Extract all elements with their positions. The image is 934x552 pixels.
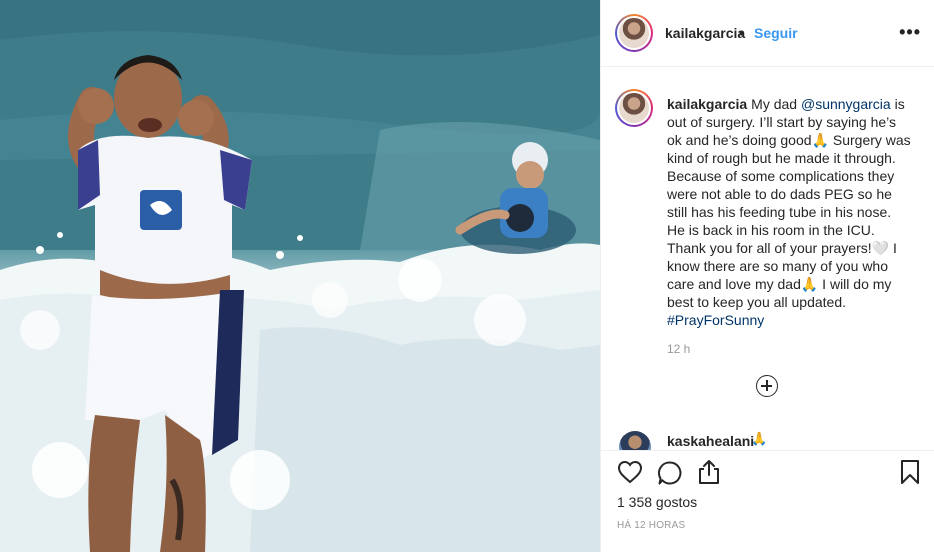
bookmark-icon[interactable] [899, 459, 921, 485]
heart-icon[interactable] [617, 460, 643, 484]
caption-text: My dad [751, 96, 801, 112]
pray-emoji: 🙏 [751, 431, 768, 446]
post-photo[interactable] [0, 0, 600, 552]
share-icon[interactable] [697, 459, 721, 485]
commenter-avatar[interactable] [619, 431, 651, 450]
pray-emoji: 🙏 [800, 276, 819, 292]
commenter-username[interactable]: kaskahealani [667, 433, 754, 449]
likes-count[interactable]: 1 358 gostos [617, 494, 697, 510]
surf-photo-illustration [0, 0, 600, 552]
mention-link[interactable]: @sunnygarcia [801, 96, 891, 112]
follow-button[interactable]: Seguir [754, 25, 798, 41]
heart-emoji: 🤍 [871, 240, 890, 256]
caption-text: Surgery was kind of rough but he made it… [667, 132, 911, 256]
post-side-panel: kailakgarcia • Seguir ••• kailakgarcia My… [600, 0, 934, 552]
author-avatar[interactable] [615, 14, 653, 52]
caption-username[interactable]: kailakgarcia [667, 96, 747, 112]
post-header: kailakgarcia • Seguir ••• [601, 0, 934, 67]
more-options-icon[interactable]: ••• [899, 22, 921, 43]
hashtag-link[interactable]: #PrayForSunny [667, 312, 764, 328]
separator-dot: • [739, 25, 744, 41]
comment-icon[interactable] [657, 460, 683, 486]
pray-emoji: 🙏 [811, 132, 829, 148]
post-actions: 1 358 gostos HÁ 12 HORAS [601, 450, 934, 552]
caption-timestamp[interactable]: 12 h [667, 342, 690, 356]
post-time-ago[interactable]: HÁ 12 HORAS [617, 520, 685, 531]
post-caption: kailakgarcia My dad @sunnygarcia is out o… [667, 95, 912, 329]
comments-section: kailakgarcia My dad @sunnygarcia is out o… [601, 67, 934, 450]
author-username[interactable]: kailakgarcia [665, 25, 745, 41]
caption-avatar[interactable] [615, 89, 653, 127]
load-more-comments-icon[interactable] [756, 375, 778, 397]
